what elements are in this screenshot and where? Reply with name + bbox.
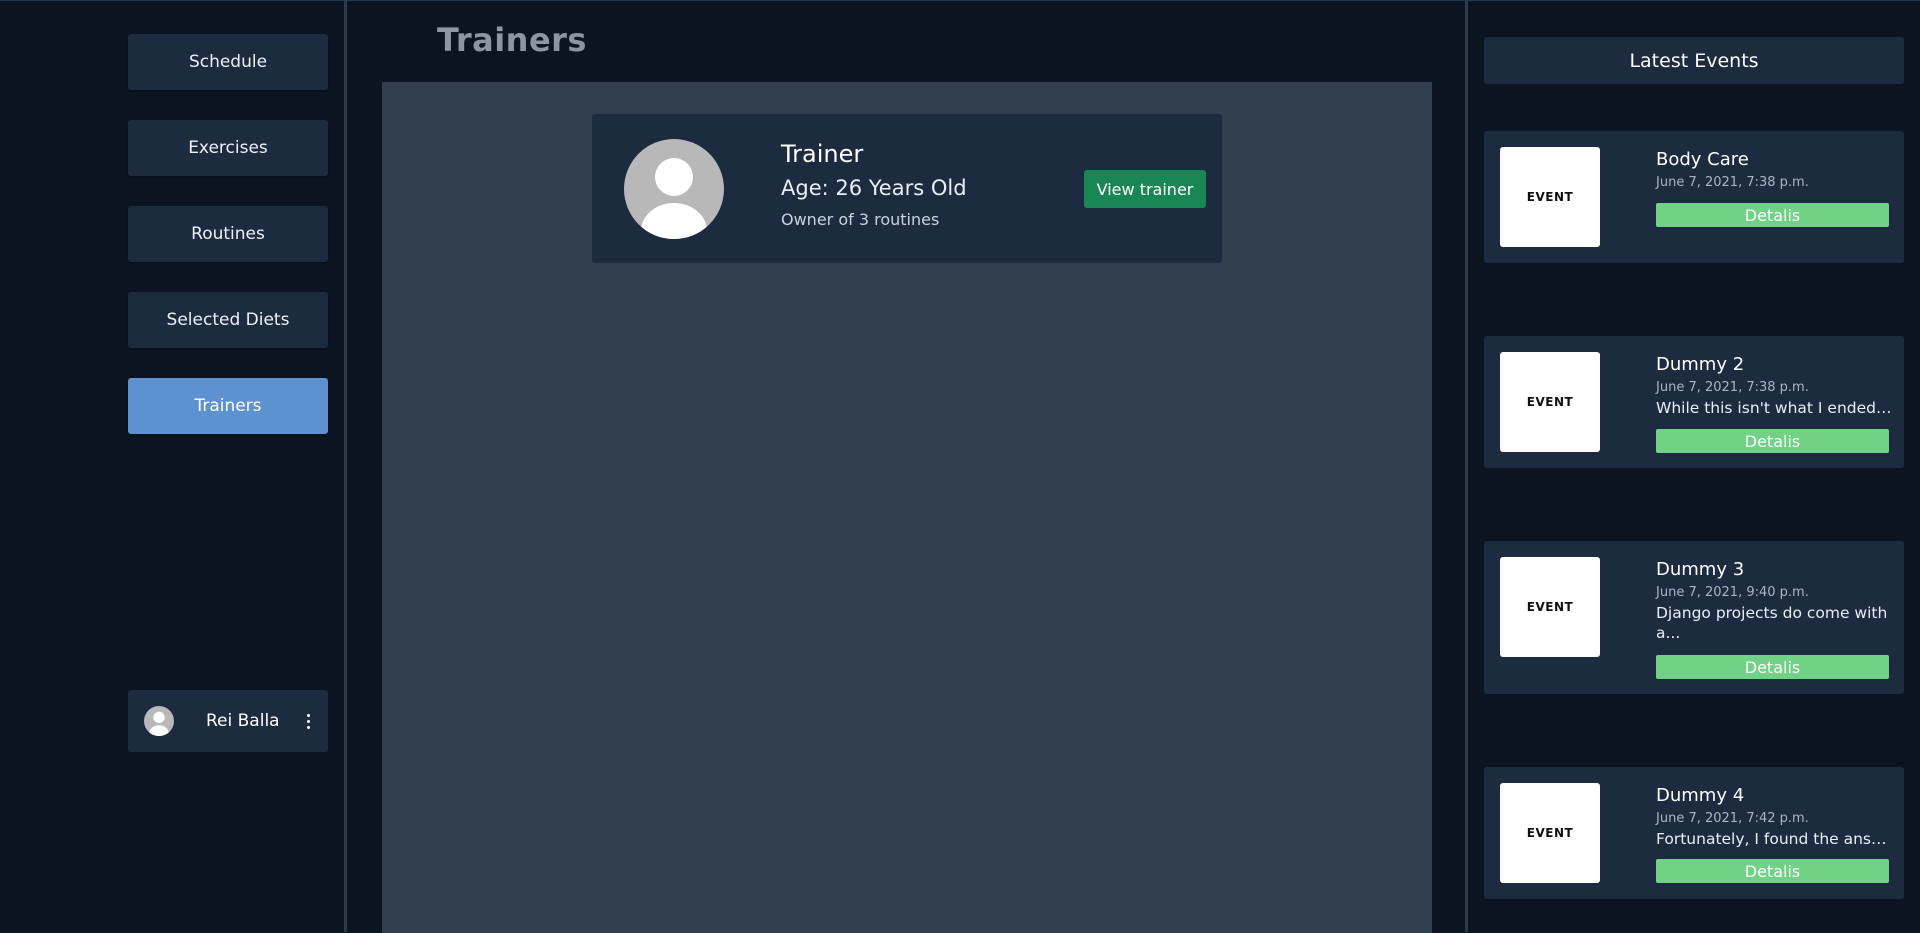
trainer-age: Age: 26 Years Old	[781, 176, 967, 200]
event-thumbnail: EVENT	[1500, 557, 1600, 657]
event-details-button[interactable]: Detalis	[1656, 203, 1889, 227]
nav-item-trainers[interactable]: Trainers	[128, 378, 328, 434]
event-card: EVENT Dummy 2 June 7, 2021, 7:38 p.m. Wh…	[1484, 336, 1904, 468]
event-thumbnail: EVENT	[1500, 147, 1600, 247]
page-title: Trainers	[437, 21, 587, 59]
event-card: EVENT Body Care June 7, 2021, 7:38 p.m. …	[1484, 131, 1904, 263]
event-description: Fortunately, I found the answe...	[1656, 830, 1892, 848]
nav-item-schedule[interactable]: Schedule	[128, 34, 328, 90]
event-title: Dummy 2	[1656, 354, 1745, 375]
kebab-menu-icon[interactable]	[298, 709, 318, 733]
view-trainer-button[interactable]: View trainer	[1084, 170, 1206, 208]
user-name: Rei Balla	[206, 711, 280, 731]
event-title: Body Care	[1656, 149, 1749, 170]
main-content: Trainers Trainer Age: 26 Years Old Owner…	[347, 0, 1465, 933]
user-card[interactable]: Rei Balla	[128, 690, 328, 752]
event-details-button[interactable]: Detalis	[1656, 429, 1889, 453]
event-card: EVENT Dummy 3 June 7, 2021, 9:40 p.m. Dj…	[1484, 541, 1904, 694]
user-avatar-icon	[144, 706, 174, 736]
event-title: Dummy 3	[1656, 559, 1745, 580]
event-description: While this isn't what I ended ...	[1656, 399, 1892, 417]
trainer-routines: Owner of 3 routines	[781, 210, 940, 229]
events-sidebar: Latest Events EVENT Body Care June 7, 20…	[1468, 0, 1920, 932]
event-title: Dummy 4	[1656, 785, 1745, 806]
event-date: June 7, 2021, 7:38 p.m.	[1656, 175, 1809, 190]
event-date: June 7, 2021, 9:40 p.m.	[1656, 585, 1809, 600]
nav-item-exercises[interactable]: Exercises	[128, 120, 328, 176]
event-thumbnail: EVENT	[1500, 783, 1600, 883]
sidebar: Schedule Exercises Routines Selected Die…	[0, 0, 344, 932]
nav-item-selected-diets[interactable]: Selected Diets	[128, 292, 328, 348]
trainers-panel: Trainer Age: 26 Years Old Owner of 3 rou…	[382, 82, 1432, 933]
nav-item-routines[interactable]: Routines	[128, 206, 328, 262]
event-description: Django projects do come with a...	[1656, 604, 1888, 642]
event-date: June 7, 2021, 7:42 p.m.	[1656, 811, 1809, 826]
event-date: June 7, 2021, 7:38 p.m.	[1656, 380, 1809, 395]
events-header: Latest Events	[1484, 37, 1904, 84]
event-thumbnail: EVENT	[1500, 352, 1600, 452]
trainer-avatar-icon	[624, 139, 724, 239]
event-details-button[interactable]: Detalis	[1656, 655, 1889, 679]
event-details-button[interactable]: Detalis	[1656, 859, 1889, 883]
trainer-name: Trainer	[781, 140, 864, 168]
event-card: EVENT Dummy 4 June 7, 2021, 7:42 p.m. Fo…	[1484, 767, 1904, 899]
trainer-card: Trainer Age: 26 Years Old Owner of 3 rou…	[592, 114, 1222, 263]
